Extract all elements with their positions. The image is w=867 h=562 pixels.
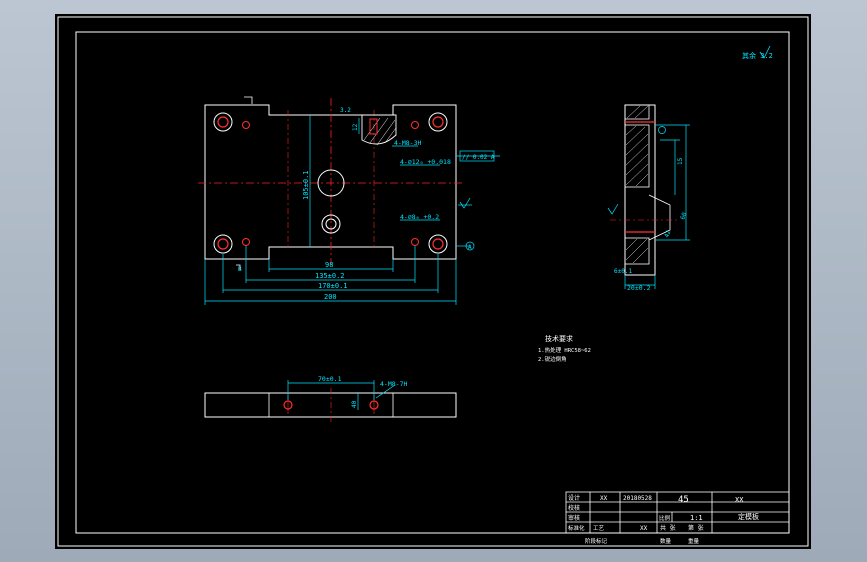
tb-check-label: 校核 bbox=[568, 504, 580, 512]
tb-scale-label: 比例 bbox=[659, 514, 671, 522]
callout-bore-12: 4-⌀12₀ +0.018 bbox=[400, 158, 451, 166]
dim-12: 12 bbox=[352, 123, 359, 131]
bottom-dim-70: 70±0.1 bbox=[318, 375, 342, 383]
tb-xx: XX bbox=[640, 525, 648, 532]
tech-req-title: 技术要求 bbox=[545, 334, 573, 343]
dim-roughness-3-2: 3.2 bbox=[340, 107, 351, 114]
tb-count-label: 共 张 bbox=[660, 524, 676, 532]
tb-sheet-label: 第 张 bbox=[688, 524, 704, 532]
cad-viewport[interactable]: 其余 3.2 98 135±0.2 170±0.1 200 105±0.1 3.… bbox=[0, 0, 867, 562]
dim-135: 135±0.2 bbox=[315, 272, 345, 280]
bottom-callout-m8: 4-M8-7H bbox=[380, 380, 407, 388]
roughness-note: 其余 3.2 bbox=[742, 51, 773, 60]
tb-process-label: 工艺 bbox=[593, 525, 605, 532]
callout-m8-thread: 4-M8-3H bbox=[394, 139, 421, 147]
tb-designer-label: 设计 bbox=[568, 494, 580, 502]
tb-stage-label: 阶段标记 bbox=[585, 537, 608, 545]
cad-drawing: 其余 3.2 98 135±0.2 170±0.1 200 105±0.1 3.… bbox=[55, 14, 811, 549]
tb-company: XX bbox=[735, 496, 744, 504]
tb-part-name: 定模板 bbox=[738, 512, 759, 521]
tb-approve-label: 审核 bbox=[568, 514, 580, 522]
tb-weight-label: 重量 bbox=[688, 537, 700, 545]
tb-designer-name: XX bbox=[600, 495, 608, 502]
tb-material: 45 bbox=[678, 495, 689, 505]
tech-req-line1: 1.热处理 HRC58~62 bbox=[538, 346, 591, 354]
side-dim-15: 15 bbox=[677, 157, 684, 165]
dim-170: 170±0.1 bbox=[318, 282, 348, 290]
sheet-background bbox=[55, 14, 811, 549]
tb-qty-label: 数量 bbox=[660, 537, 672, 545]
bottom-dim-40: 40 bbox=[351, 400, 358, 408]
side-dim-6: 6±0.1 bbox=[614, 268, 632, 275]
dim-105: 105±0.1 bbox=[302, 170, 310, 200]
datum-b-label: B bbox=[238, 266, 242, 273]
callout-bore-8: 4-⌀8₀ +0.2 bbox=[400, 213, 439, 221]
dim-200: 200 bbox=[324, 293, 337, 301]
parallel-frame-text: // 0.02 A bbox=[462, 154, 495, 161]
side-dim-20: 20±0.2 bbox=[627, 284, 651, 292]
tb-standard-label: 标准化 bbox=[568, 524, 585, 532]
tb-scale-value: 1:1 bbox=[690, 514, 703, 522]
datum-a-label: A bbox=[468, 244, 472, 251]
dim-98: 98 bbox=[325, 261, 333, 269]
tech-req-line2: 2.锐边倒角 bbox=[538, 355, 567, 363]
tb-date: 20180528 bbox=[623, 495, 652, 502]
